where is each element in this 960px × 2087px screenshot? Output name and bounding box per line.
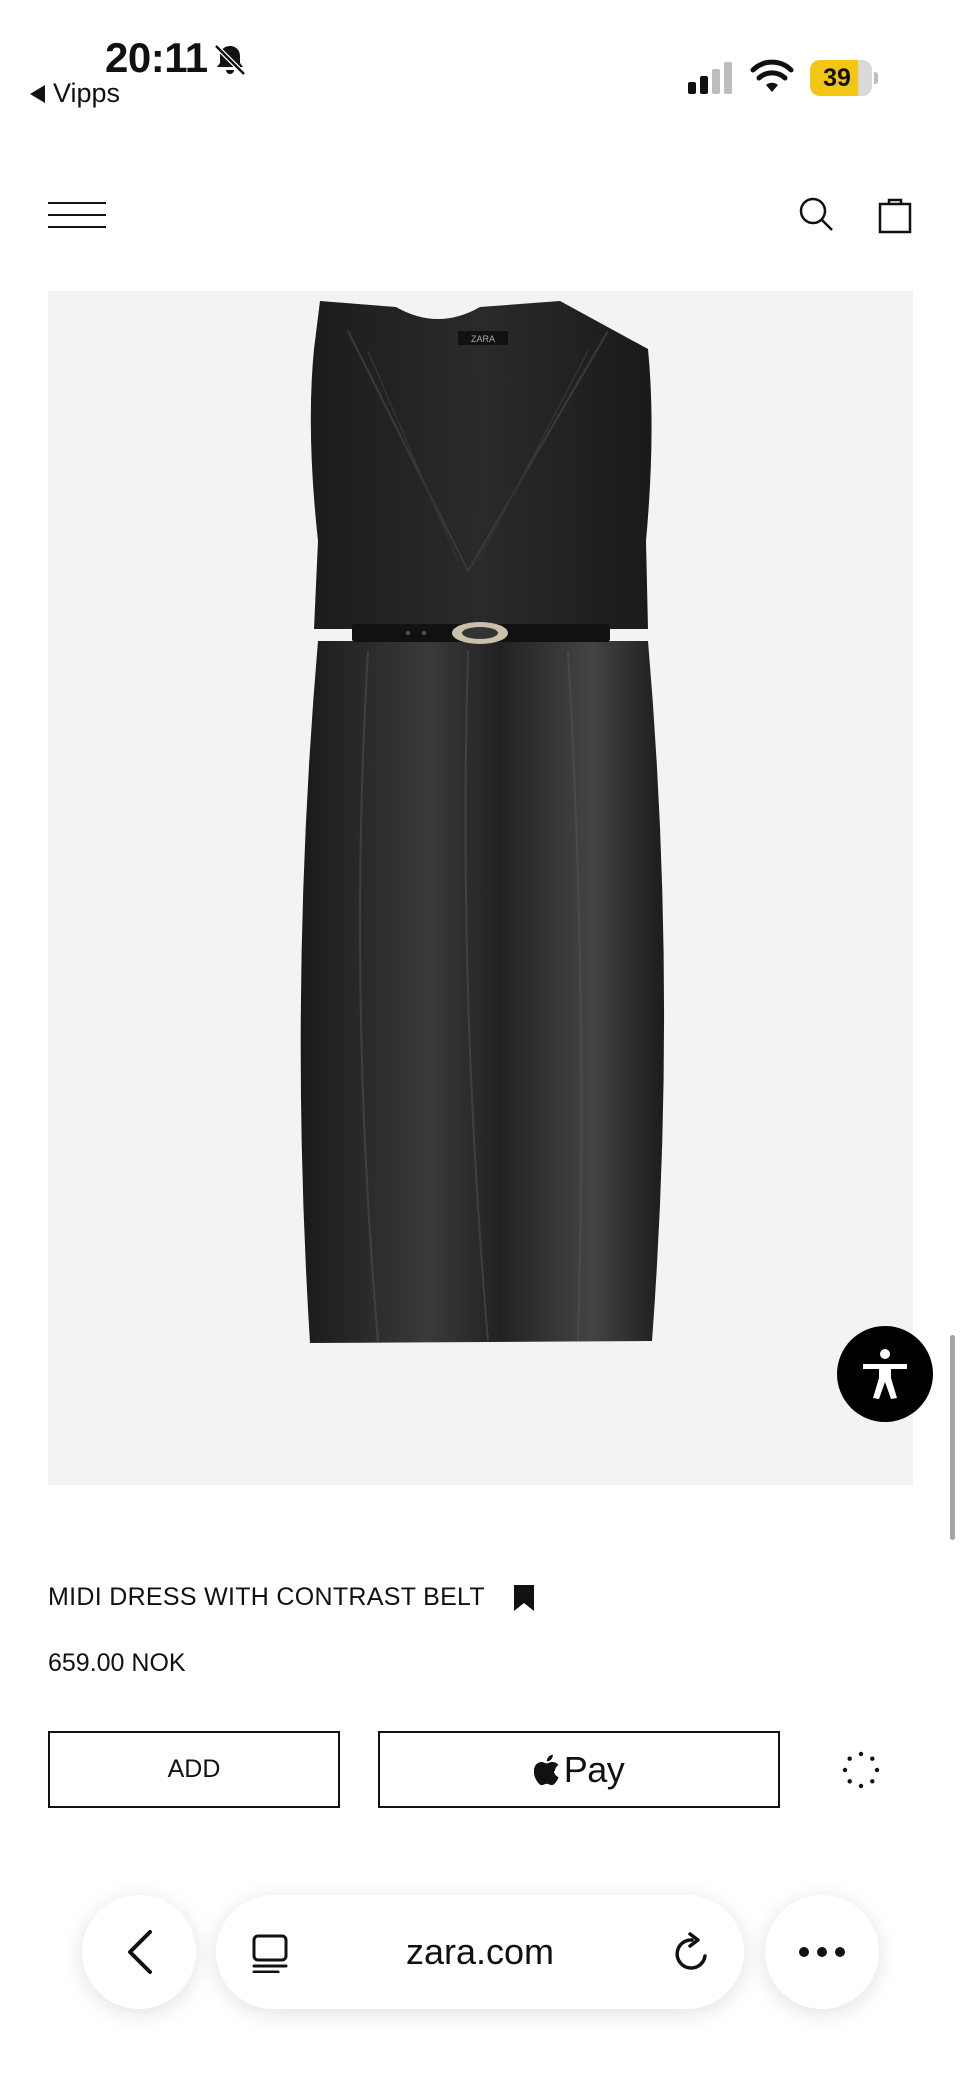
more-options-button[interactable] xyxy=(765,1895,879,2009)
shopping-bag-icon[interactable] xyxy=(878,196,912,234)
back-triangle-icon xyxy=(30,84,45,103)
product-image[interactable]: ZARA xyxy=(48,291,913,1485)
chevron-left-icon xyxy=(128,1930,152,1974)
bookmark-icon[interactable] xyxy=(513,1584,535,1612)
apple-pay-button[interactable]: Pay xyxy=(378,1731,780,1808)
cellular-signal-icon xyxy=(688,62,732,94)
back-app-label: Vipps xyxy=(53,78,121,108)
product-name-text: MIDI DRESS WITH CONTRAST BELT xyxy=(48,1583,485,1611)
ellipsis-icon xyxy=(799,1947,845,1957)
hamburger-menu-icon[interactable] xyxy=(48,202,106,228)
product-title: MIDI DRESS WITH CONTRAST BELT xyxy=(48,1583,535,1612)
url-text: zara.com xyxy=(405,1931,555,1972)
add-to-bag-button[interactable]: ADD xyxy=(48,1731,340,1808)
battery-indicator: 39 xyxy=(810,60,878,96)
bell-slash-icon xyxy=(214,44,246,76)
back-to-app-link[interactable]: Vipps xyxy=(30,78,120,109)
accessibility-icon xyxy=(863,1349,907,1399)
wifi-icon xyxy=(750,59,794,92)
browser-toolbar: zara.com xyxy=(0,1880,960,2040)
accessibility-button[interactable] xyxy=(837,1326,933,1422)
search-icon[interactable] xyxy=(798,196,834,232)
loading-spinner-icon xyxy=(842,1751,880,1789)
product-price: 659.00 NOK xyxy=(48,1649,186,1677)
status-time: 20:11 xyxy=(105,34,208,81)
dress-illustration: ZARA xyxy=(300,301,665,1343)
apple-logo-icon xyxy=(533,1754,559,1785)
address-bar[interactable]: zara.com xyxy=(216,1895,744,2009)
apple-pay-label: Pay xyxy=(563,1748,625,1790)
reload-icon[interactable] xyxy=(672,1932,712,1974)
page-scrollbar[interactable] xyxy=(950,1335,955,1540)
battery-level: 39 xyxy=(823,63,851,92)
browser-back-button[interactable] xyxy=(82,1895,196,2009)
garment-label: ZARA xyxy=(471,334,495,344)
